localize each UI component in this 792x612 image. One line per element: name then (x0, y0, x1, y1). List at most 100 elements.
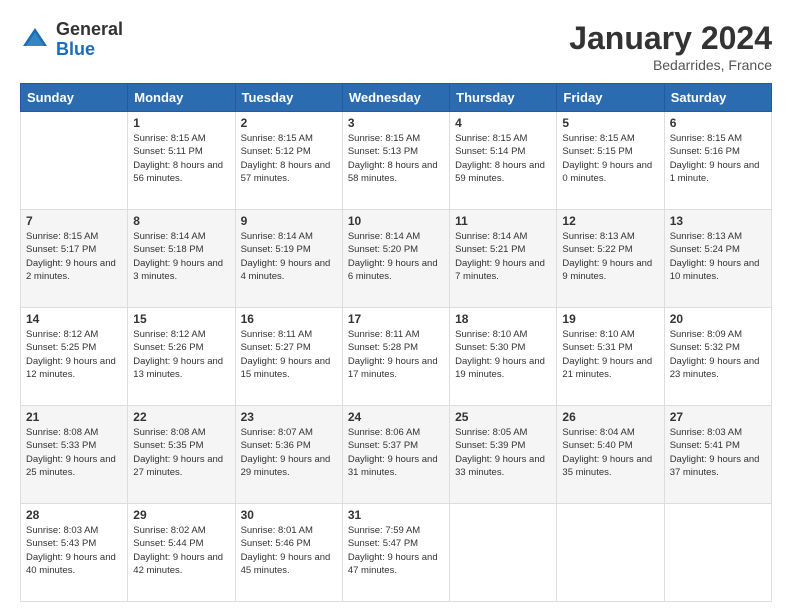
day-number: 9 (241, 214, 337, 228)
day-info: Sunrise: 8:01 AMSunset: 5:46 PMDaylight:… (241, 524, 337, 577)
calendar-table: Sunday Monday Tuesday Wednesday Thursday… (20, 83, 772, 602)
day-info: Sunrise: 8:15 AMSunset: 5:12 PMDaylight:… (241, 132, 337, 185)
day-info: Sunrise: 8:14 AMSunset: 5:18 PMDaylight:… (133, 230, 229, 283)
calendar-day-cell: 8Sunrise: 8:14 AMSunset: 5:18 PMDaylight… (128, 210, 235, 308)
day-info: Sunrise: 8:15 AMSunset: 5:14 PMDaylight:… (455, 132, 551, 185)
day-number: 26 (562, 410, 658, 424)
day-info: Sunrise: 8:03 AMSunset: 5:41 PMDaylight:… (670, 426, 766, 479)
day-info: Sunrise: 8:15 AMSunset: 5:16 PMDaylight:… (670, 132, 766, 185)
day-info: Sunrise: 8:13 AMSunset: 5:24 PMDaylight:… (670, 230, 766, 283)
calendar-week-row: 7Sunrise: 8:15 AMSunset: 5:17 PMDaylight… (21, 210, 772, 308)
day-number: 10 (348, 214, 444, 228)
day-info: Sunrise: 8:14 AMSunset: 5:20 PMDaylight:… (348, 230, 444, 283)
logo-blue-text: Blue (56, 40, 123, 60)
day-info: Sunrise: 8:13 AMSunset: 5:22 PMDaylight:… (562, 230, 658, 283)
day-number: 16 (241, 312, 337, 326)
day-number: 11 (455, 214, 551, 228)
day-number: 6 (670, 116, 766, 130)
day-number: 29 (133, 508, 229, 522)
calendar-day-cell: 11 Sunrise: 8:14 AMSunset: 5:21 PMDayligh… (450, 210, 557, 308)
day-number: 28 (26, 508, 122, 522)
calendar-day-cell: 25Sunrise: 8:05 AMSunset: 5:39 PMDayligh… (450, 406, 557, 504)
calendar-day-cell: 18 Sunrise: 8:10 AMSunset: 5:30 PMDayligh… (450, 308, 557, 406)
day-number: 18 (455, 312, 551, 326)
day-number: 24 (348, 410, 444, 424)
header: General Blue January 2024 Bedarrides, Fr… (20, 20, 772, 73)
day-number: 17 (348, 312, 444, 326)
header-sunday: Sunday (21, 84, 128, 112)
day-number: 27 (670, 410, 766, 424)
calendar-day-cell: 26 Sunrise: 8:04 AMSunset: 5:40 PMDayligh… (557, 406, 664, 504)
logo-text: General Blue (56, 20, 123, 60)
calendar-day-cell: 15Sunrise: 8:12 AMSunset: 5:26 PMDayligh… (128, 308, 235, 406)
day-info: Sunrise: 8:04 AMSunset: 5:40 PMDaylight:… (562, 426, 658, 479)
day-info: Sunrise: 8:02 AMSunset: 5:44 PMDaylight:… (133, 524, 229, 577)
day-number: 23 (241, 410, 337, 424)
day-info: Sunrise: 8:06 AMSunset: 5:37 PMDaylight:… (348, 426, 444, 479)
header-wednesday: Wednesday (342, 84, 449, 112)
calendar-week-row: 14Sunrise: 8:12 AMSunset: 5:25 PMDayligh… (21, 308, 772, 406)
calendar-day-cell: 2 Sunrise: 8:15 AMSunset: 5:12 PMDaylight… (235, 112, 342, 210)
calendar-day-cell: 5 Sunrise: 8:15 AMSunset: 5:15 PMDaylight… (557, 112, 664, 210)
header-thursday: Thursday (450, 84, 557, 112)
day-number: 12 (562, 214, 658, 228)
day-info: Sunrise: 8:07 AMSunset: 5:36 PMDaylight:… (241, 426, 337, 479)
calendar-day-cell (21, 112, 128, 210)
day-number: 31 (348, 508, 444, 522)
location: Bedarrides, France (569, 57, 772, 73)
calendar-day-cell: 6 Sunrise: 8:15 AMSunset: 5:16 PMDaylight… (664, 112, 771, 210)
day-number: 21 (26, 410, 122, 424)
calendar-day-cell: 30 Sunrise: 8:01 AMSunset: 5:46 PMDayligh… (235, 504, 342, 602)
calendar-day-cell: 14Sunrise: 8:12 AMSunset: 5:25 PMDayligh… (21, 308, 128, 406)
calendar-day-cell: 3Sunrise: 8:15 AMSunset: 5:13 PMDaylight… (342, 112, 449, 210)
calendar-day-cell: 28 Sunrise: 8:03 AMSunset: 5:43 PMDayligh… (21, 504, 128, 602)
calendar-day-cell: 29 Sunrise: 8:02 AMSunset: 5:44 PMDayligh… (128, 504, 235, 602)
header-saturday: Saturday (664, 84, 771, 112)
day-number: 13 (670, 214, 766, 228)
logo-icon (20, 25, 50, 55)
day-info: Sunrise: 8:15 AMSunset: 5:11 PMDaylight:… (133, 132, 229, 185)
day-number: 30 (241, 508, 337, 522)
day-info: Sunrise: 8:03 AMSunset: 5:43 PMDaylight:… (26, 524, 122, 577)
calendar-day-cell: 21 Sunrise: 8:08 AMSunset: 5:33 PMDayligh… (21, 406, 128, 504)
header-monday: Monday (128, 84, 235, 112)
day-info: Sunrise: 8:15 AMSunset: 5:15 PMDaylight:… (562, 132, 658, 185)
logo-general-text: General (56, 20, 123, 40)
day-info: Sunrise: 8:15 AMSunset: 5:13 PMDaylight:… (348, 132, 444, 185)
calendar-day-cell: 19 Sunrise: 8:10 AMSunset: 5:31 PMDayligh… (557, 308, 664, 406)
calendar-day-cell: 22 Sunrise: 8:08 AMSunset: 5:35 PMDayligh… (128, 406, 235, 504)
day-info: Sunrise: 8:09 AMSunset: 5:32 PMDaylight:… (670, 328, 766, 381)
calendar-day-cell: 20 Sunrise: 8:09 AMSunset: 5:32 PMDayligh… (664, 308, 771, 406)
day-number: 19 (562, 312, 658, 326)
day-info: Sunrise: 8:08 AMSunset: 5:33 PMDaylight:… (26, 426, 122, 479)
day-number: 4 (455, 116, 551, 130)
day-number: 7 (26, 214, 122, 228)
calendar-day-cell (557, 504, 664, 602)
calendar-day-cell: 7Sunrise: 8:15 AMSunset: 5:17 PMDaylight… (21, 210, 128, 308)
calendar-day-cell: 17 Sunrise: 8:11 AMSunset: 5:28 PMDayligh… (342, 308, 449, 406)
calendar-day-cell: 16Sunrise: 8:11 AMSunset: 5:27 PMDayligh… (235, 308, 342, 406)
day-number: 5 (562, 116, 658, 130)
day-number: 20 (670, 312, 766, 326)
calendar-day-cell: 4 Sunrise: 8:15 AMSunset: 5:14 PMDaylight… (450, 112, 557, 210)
month-title: January 2024 (569, 20, 772, 57)
day-info: Sunrise: 7:59 AMSunset: 5:47 PMDaylight:… (348, 524, 444, 577)
calendar-week-row: 28 Sunrise: 8:03 AMSunset: 5:43 PMDayligh… (21, 504, 772, 602)
day-number: 2 (241, 116, 337, 130)
calendar-day-cell (450, 504, 557, 602)
day-info: Sunrise: 8:11 AMSunset: 5:28 PMDaylight:… (348, 328, 444, 381)
calendar-day-cell: 24 Sunrise: 8:06 AMSunset: 5:37 PMDayligh… (342, 406, 449, 504)
calendar-day-cell: 9 Sunrise: 8:14 AMSunset: 5:19 PMDaylight… (235, 210, 342, 308)
calendar-day-cell: 23 Sunrise: 8:07 AMSunset: 5:36 PMDayligh… (235, 406, 342, 504)
header-tuesday: Tuesday (235, 84, 342, 112)
day-info: Sunrise: 8:10 AMSunset: 5:31 PMDaylight:… (562, 328, 658, 381)
calendar-day-cell: 31 Sunrise: 7:59 AMSunset: 5:47 PMDayligh… (342, 504, 449, 602)
day-info: Sunrise: 8:14 AMSunset: 5:21 PMDaylight:… (455, 230, 551, 283)
calendar-day-cell: 12 Sunrise: 8:13 AMSunset: 5:22 PMDayligh… (557, 210, 664, 308)
day-info: Sunrise: 8:08 AMSunset: 5:35 PMDaylight:… (133, 426, 229, 479)
day-number: 25 (455, 410, 551, 424)
logo: General Blue (20, 20, 123, 60)
day-info: Sunrise: 8:10 AMSunset: 5:30 PMDaylight:… (455, 328, 551, 381)
day-number: 22 (133, 410, 229, 424)
day-info: Sunrise: 8:14 AMSunset: 5:19 PMDaylight:… (241, 230, 337, 283)
